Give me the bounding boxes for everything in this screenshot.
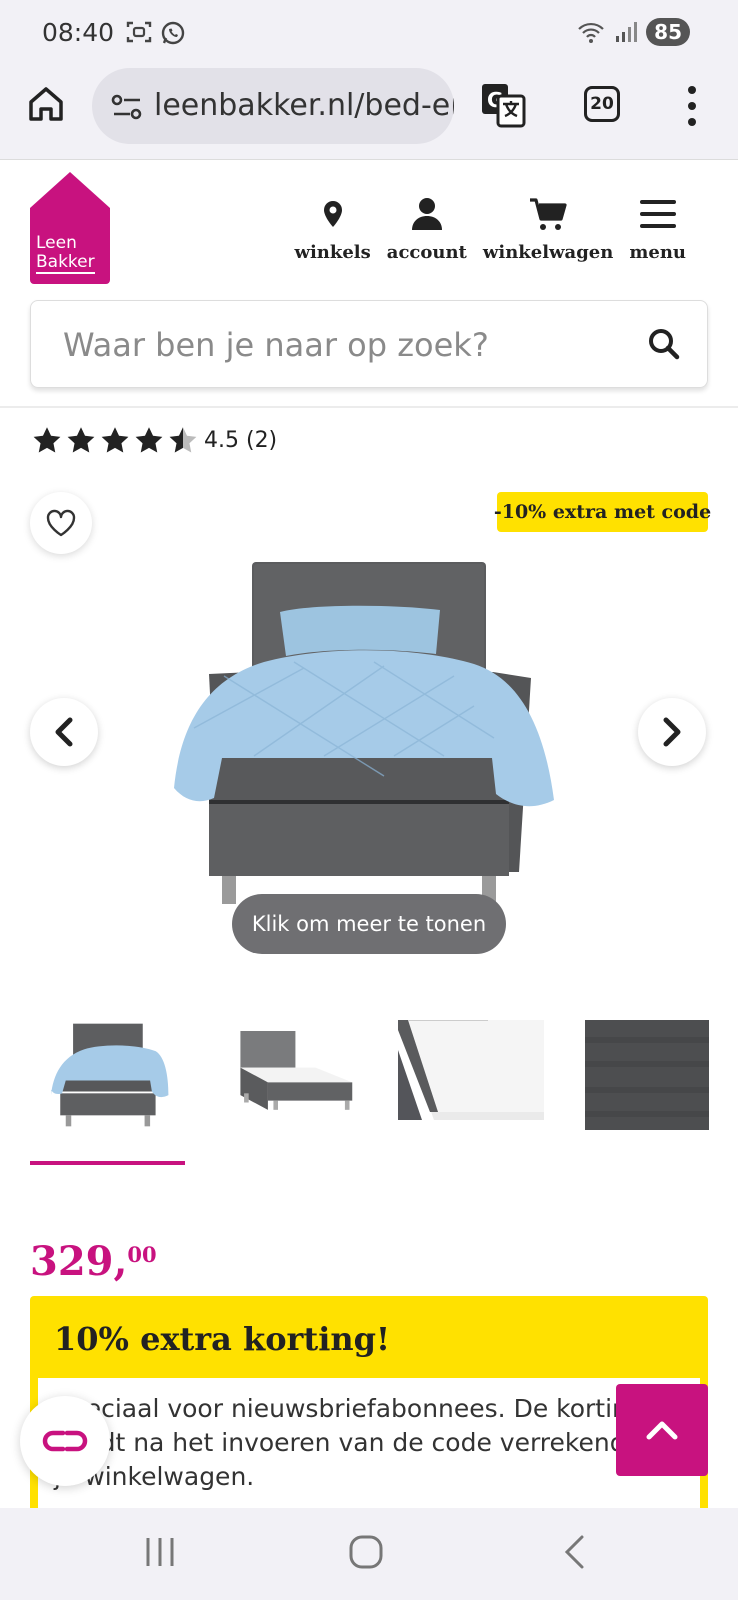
favorite-button[interactable]	[30, 492, 92, 554]
leen-bakker-logo[interactable]: Leen Bakker	[30, 172, 110, 286]
chevron-left-icon	[55, 717, 73, 747]
price-main: 329,	[30, 1238, 128, 1285]
tab-switcher-button[interactable]: 20	[584, 86, 620, 122]
header-nav: winkels account winkelwagen menu	[278, 194, 686, 263]
search-input[interactable]	[63, 323, 623, 367]
thumbnail-2[interactable]	[216, 1020, 362, 1130]
star-icon	[135, 427, 163, 453]
system-navigation-bar	[0, 1508, 738, 1600]
rating-stars	[32, 426, 198, 454]
nav-winkelwagen[interactable]: winkelwagen	[483, 194, 613, 263]
back-icon[interactable]	[562, 1534, 586, 1570]
clock: 08:40	[42, 18, 115, 47]
product-image[interactable]	[164, 556, 564, 926]
half-star-icon	[169, 427, 197, 453]
battery-indicator: 85	[646, 18, 690, 46]
translate-icon[interactable]: G	[480, 82, 526, 128]
wifi-icon	[578, 22, 604, 43]
screenshot-icon	[126, 21, 152, 43]
signal-icon	[616, 22, 638, 42]
rating-value: 4.5 (2)	[204, 427, 278, 453]
home-icon[interactable]	[26, 84, 66, 124]
scroll-to-top-button[interactable]	[616, 1384, 708, 1476]
thumbnail-strip	[30, 1020, 738, 1170]
recent-apps-icon[interactable]	[144, 1534, 176, 1570]
cart-icon	[530, 198, 567, 230]
chat-logo-icon	[42, 1430, 88, 1452]
chevron-up-icon	[646, 1421, 678, 1440]
map-pin-icon	[323, 201, 342, 227]
hamburger-icon	[639, 200, 676, 228]
browser-toolbar: leenbakker.nl/bed-en G 20	[0, 62, 738, 160]
chat-button[interactable]	[20, 1396, 110, 1486]
thumbnail-1[interactable]	[42, 1020, 172, 1130]
search-box	[30, 300, 708, 388]
chevron-right-icon	[663, 717, 681, 747]
star-icon	[33, 427, 61, 453]
search-icon[interactable]	[647, 327, 681, 361]
next-image-button[interactable]	[638, 698, 706, 766]
site-settings-icon[interactable]	[110, 92, 144, 122]
product-price: 329,00	[30, 1238, 157, 1285]
home-gesture-icon[interactable]	[348, 1534, 384, 1570]
site-header: Leen Bakker winkels account winkelwagen …	[0, 160, 738, 408]
thumbnail-4[interactable]	[585, 1020, 709, 1130]
url-text: leenbakker.nl/bed-en	[154, 88, 454, 123]
previous-image-button[interactable]	[30, 698, 98, 766]
thumbnail-3[interactable]	[398, 1020, 544, 1130]
show-more-pill[interactable]: Klik om meer te tonen	[232, 894, 506, 954]
nav-winkels[interactable]: winkels	[294, 194, 371, 263]
more-options-icon[interactable]	[686, 86, 698, 126]
active-thumbnail-indicator	[30, 1161, 185, 1165]
status-bar: 08:40 85	[0, 0, 738, 62]
user-icon	[411, 198, 442, 230]
nav-account[interactable]: account	[387, 194, 467, 263]
star-icon	[101, 427, 129, 453]
price-cents: 00	[127, 1242, 157, 1267]
discount-title: 10% extra korting!	[54, 1320, 391, 1358]
star-icon	[67, 427, 95, 453]
heart-icon	[46, 509, 76, 537]
promo-badge: -10% extra met code	[494, 492, 711, 532]
product-rating[interactable]: 4.5 (2)	[32, 426, 277, 454]
address-bar[interactable]: leenbakker.nl/bed-en	[92, 68, 454, 144]
whatsapp-icon	[161, 21, 185, 45]
nav-menu[interactable]: menu	[629, 194, 686, 263]
